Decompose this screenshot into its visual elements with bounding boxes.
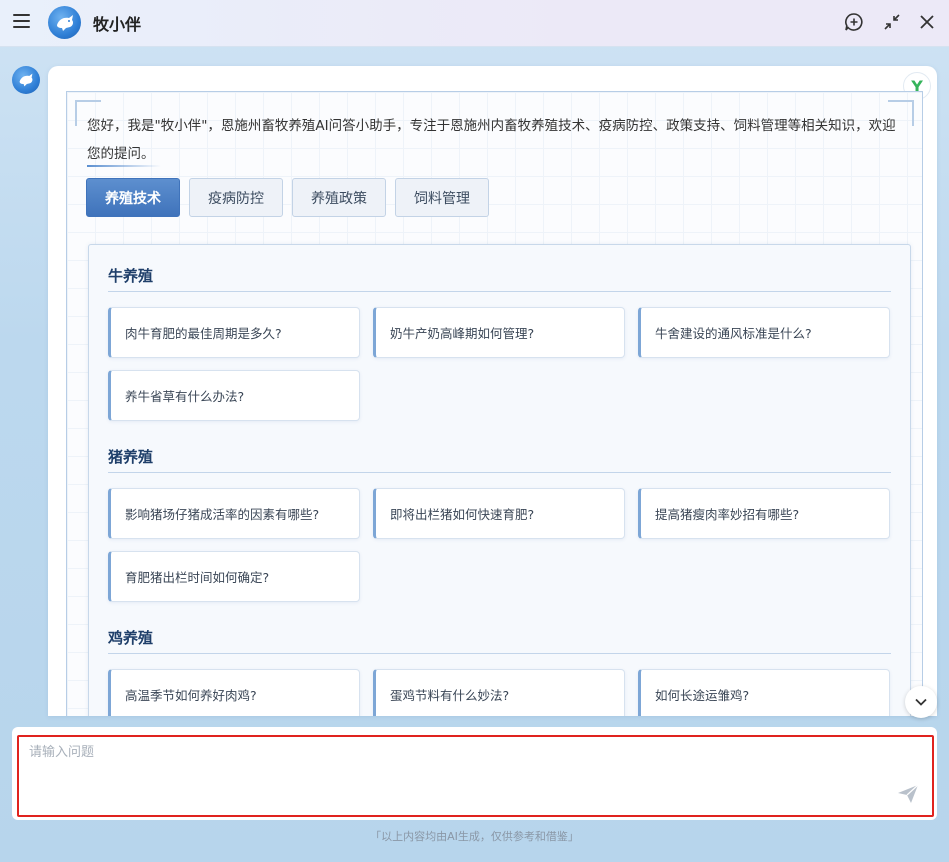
section-title: 牛养殖 (108, 267, 154, 285)
tab-breeding-policy[interactable]: 养殖政策 (292, 178, 386, 217)
question-card[interactable]: 奶牛产奶高峰期如何管理? (373, 307, 625, 358)
new-chat-icon[interactable] (842, 10, 866, 34)
section-divider (108, 653, 891, 654)
question-card[interactable]: 提高猪瘦肉率妙招有哪些? (638, 488, 890, 539)
question-card[interactable]: 如何长途运雏鸡? (638, 669, 890, 716)
question-card[interactable]: 牛舍建设的通风标准是什么? (638, 307, 890, 358)
section-divider (108, 472, 891, 473)
bot-avatar (12, 66, 40, 94)
section-title: 猪养殖 (108, 448, 154, 466)
question-card[interactable]: 影响猪场仔猪成活率的因素有哪些? (108, 488, 360, 539)
welcome-text: 您好，我是"牧小伴"，恩施州畜牧养殖AI问答小助手，专注于恩施州内畜牧养殖技术、… (87, 118, 896, 162)
minimize-icon[interactable] (880, 10, 904, 34)
chevron-down-icon (915, 698, 927, 706)
question-card[interactable]: 即将出栏猪如何快速育肥? (373, 488, 625, 539)
send-icon (898, 784, 919, 803)
tab-feed-management[interactable]: 饲料管理 (395, 178, 489, 217)
scroll-down-button[interactable] (905, 686, 937, 718)
disclaimer-text: 「以上内容均由AI生成，仅供参考和借鉴」 (370, 830, 579, 843)
bot-message-card: Y 您好，我是"牧小伴"，恩施州畜牧养殖AI问答小助手，专注于恩施州内畜牧养殖技… (48, 66, 937, 716)
input-area (12, 727, 937, 820)
question-card[interactable]: 蛋鸡节料有什么妙法? (373, 669, 625, 716)
send-button[interactable] (896, 783, 920, 807)
question-input-box (17, 735, 934, 817)
question-card[interactable]: 高温季节如何养好肉鸡? (108, 669, 360, 716)
app-logo (48, 6, 81, 39)
close-icon[interactable] (915, 10, 939, 34)
app-title: 牧小伴 (93, 15, 142, 34)
section-title: 鸡养殖 (108, 629, 154, 647)
section-divider (108, 291, 891, 292)
tab-breeding-tech[interactable]: 养殖技术 (86, 178, 180, 217)
category-tabs: 养殖技术 疫病防控 养殖政策 饲料管理 (86, 178, 489, 217)
question-input[interactable] (19, 737, 932, 815)
app-header: 牧小伴 (0, 0, 949, 47)
menu-icon[interactable] (13, 14, 30, 28)
question-card[interactable]: 肉牛育肥的最佳周期是多久? (108, 307, 360, 358)
question-card[interactable]: 育肥猪出栏时间如何确定? (108, 551, 360, 602)
divider (87, 165, 161, 167)
welcome-frame: 您好，我是"牧小伴"，恩施州畜牧养殖AI问答小助手，专注于恩施州内畜牧养殖技术、… (66, 91, 923, 716)
tab-disease-control[interactable]: 疫病防控 (189, 178, 283, 217)
questions-panel: 牛养殖 肉牛育肥的最佳周期是多久? 奶牛产奶高峰期如何管理? 牛舍建设的通风标准… (88, 244, 911, 716)
question-card[interactable]: 养牛省草有什么办法? (108, 370, 360, 421)
